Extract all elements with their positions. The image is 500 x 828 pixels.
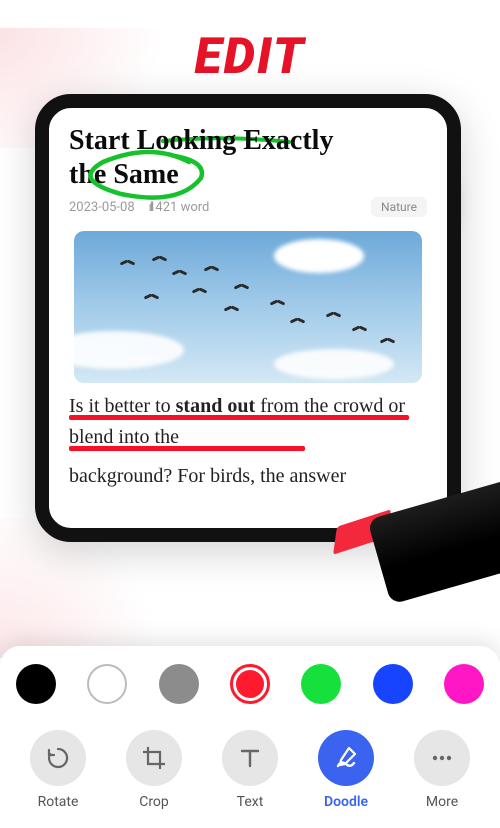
tool-text[interactable]: Text [210, 730, 290, 810]
device-preview: Start Looking Exactly the Same 2023-05-0… [35, 94, 461, 542]
document-title-line2: the Same [69, 158, 179, 192]
tool-text-label: Text [237, 794, 264, 810]
color-gray[interactable] [159, 664, 199, 704]
tool-doodle-label: Doodle [324, 794, 368, 810]
tool-crop-label: Crop [139, 794, 169, 810]
article-image [74, 231, 422, 383]
rotate-icon [45, 745, 71, 771]
article-paragraph-1: Is it better to stand out from the crowd… [69, 395, 405, 448]
bold-phrase: stand out [176, 395, 255, 417]
article-paragraph-2: background? For birds, the answer [69, 465, 346, 487]
color-row [12, 664, 488, 704]
page-title: EDIT [0, 28, 500, 86]
color-white[interactable] [87, 664, 127, 704]
document-meta-row: 2023-05-08 ıll 421 word Nature [69, 197, 427, 217]
color-blue[interactable] [373, 664, 413, 704]
tool-crop[interactable]: Crop [114, 730, 194, 810]
document-title-line1: Start Looking Exactly [69, 124, 333, 158]
tool-more-label: More [426, 794, 458, 810]
doodle-icon [332, 744, 360, 772]
category-badge: Nature [371, 197, 427, 217]
text-icon [237, 745, 263, 771]
color-red[interactable] [230, 664, 270, 704]
document-date: 2023-05-08 [69, 200, 135, 215]
edit-panel: Rotate Crop Text [0, 646, 500, 828]
tool-row: Rotate Crop Text [12, 730, 488, 810]
tool-more[interactable]: More [402, 730, 482, 810]
tool-rotate-label: Rotate [38, 794, 79, 810]
word-count: ıll 421 word [149, 200, 210, 215]
document-title-block: Start Looking Exactly the Same [69, 124, 427, 191]
red-underline-1 [69, 415, 409, 419]
color-green[interactable] [301, 664, 341, 704]
color-black[interactable] [16, 664, 56, 704]
red-underline-2 [69, 446, 305, 450]
tool-doodle[interactable]: Doodle [306, 730, 386, 810]
more-icon [429, 745, 455, 771]
crop-icon [141, 745, 167, 771]
tool-rotate[interactable]: Rotate [18, 730, 98, 810]
color-magenta[interactable] [444, 664, 484, 704]
